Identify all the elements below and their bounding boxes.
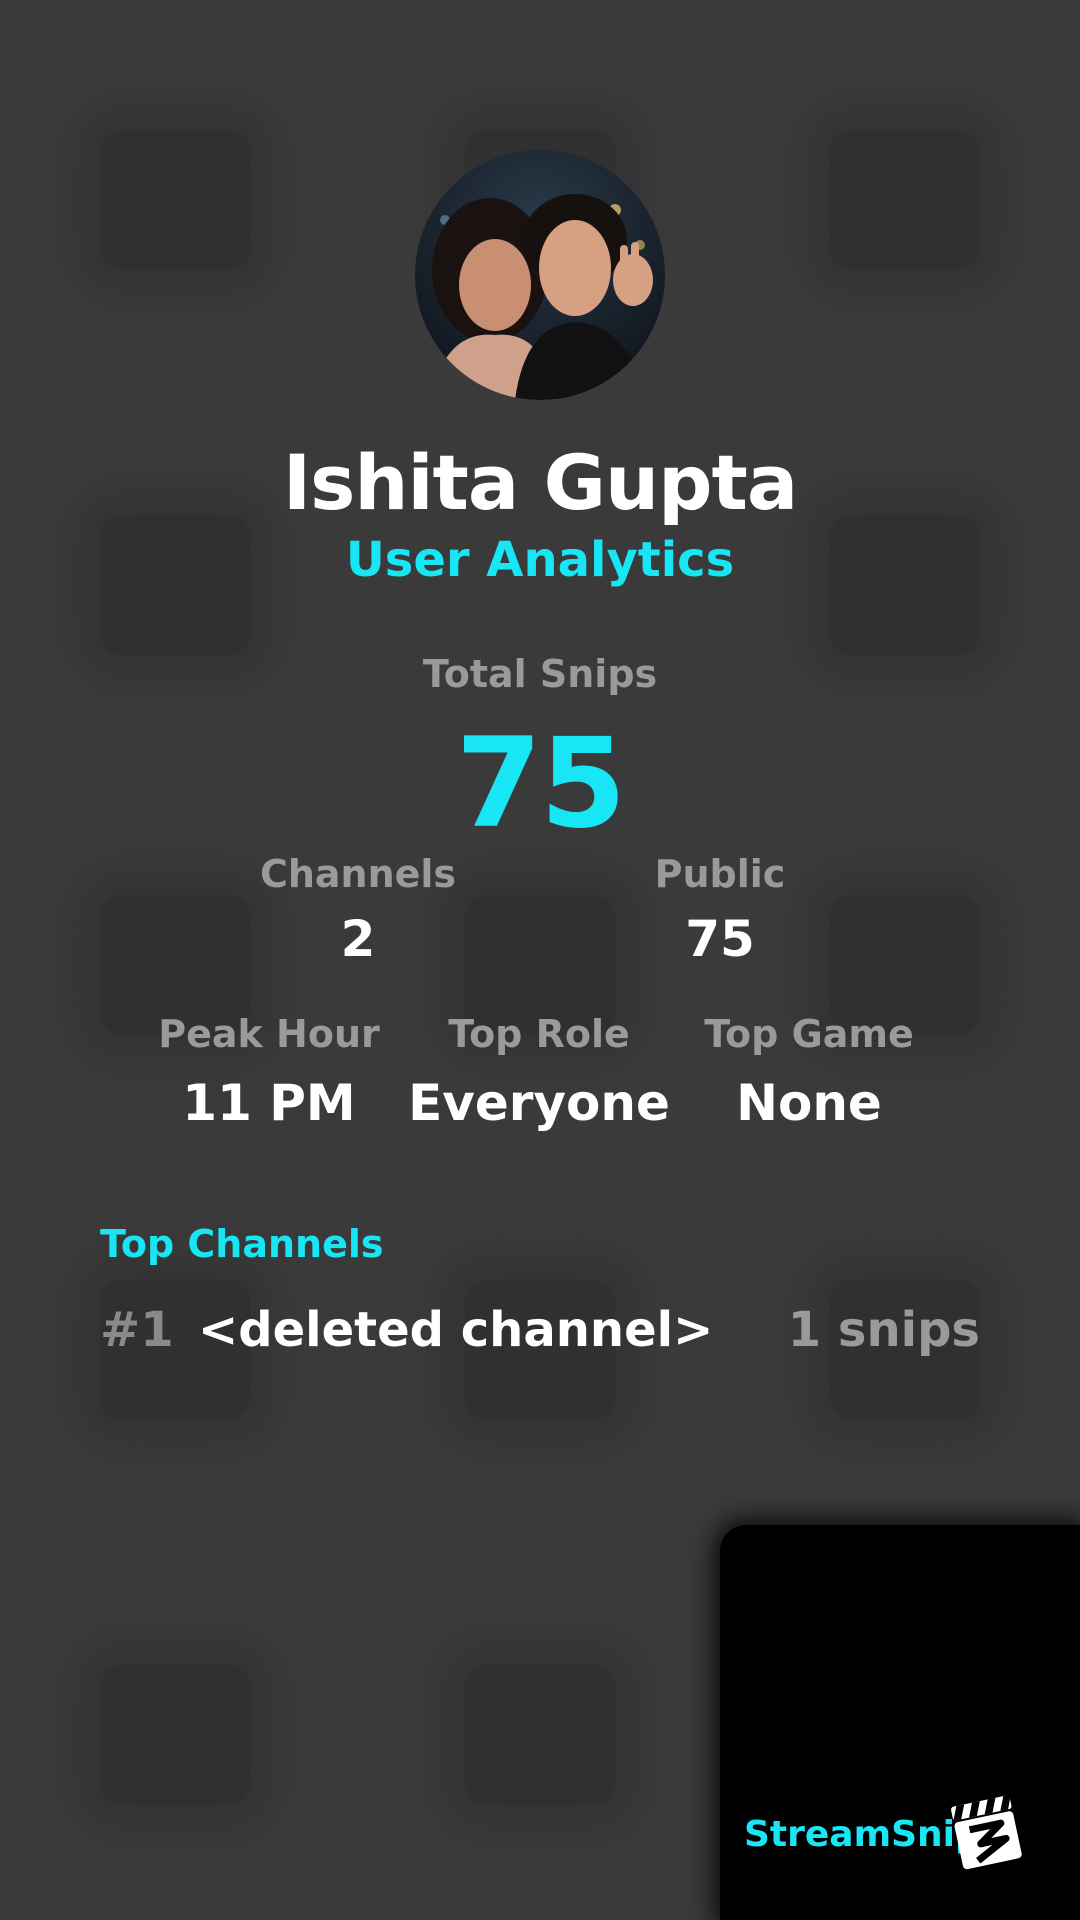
stat-channels: Channels 2 xyxy=(208,852,508,968)
stat-top-game: Top Game None xyxy=(659,1012,959,1132)
background-tile xyxy=(100,130,250,270)
stat-value: Everyone xyxy=(408,1074,670,1132)
stat-public: Public 75 xyxy=(570,852,870,968)
channel-snip-count: 1 snips xyxy=(787,1302,980,1358)
channel-rank: #1 xyxy=(100,1302,174,1358)
avatar xyxy=(415,150,665,400)
total-snips-value: 75 xyxy=(455,712,627,856)
total-snips-label: Total Snips xyxy=(422,652,658,696)
background-tile xyxy=(830,130,980,270)
background-tile xyxy=(100,1665,250,1805)
stat-value: 2 xyxy=(340,910,376,968)
channel-name: <deleted channel> xyxy=(198,1302,714,1358)
stat-label: Top Role xyxy=(448,1012,630,1056)
stat-value: None xyxy=(736,1074,882,1132)
user-name: Ishita Gupta xyxy=(282,438,798,527)
stat-value: 11 PM xyxy=(182,1074,356,1132)
stat-label: Top Game xyxy=(704,1012,914,1056)
stat-label: Public xyxy=(654,852,786,896)
stat-label: Channels xyxy=(259,852,457,896)
top-channels-title: Top Channels xyxy=(100,1222,384,1266)
stat-value: 75 xyxy=(685,910,755,968)
background-tile xyxy=(465,1665,615,1805)
page-subtitle: User Analytics xyxy=(345,532,735,588)
brand-name: StreamSnip xyxy=(744,1814,981,1855)
clapperboard-logo-icon xyxy=(951,1794,1022,1870)
stat-label: Peak Hour xyxy=(158,1012,380,1056)
avatar-photo xyxy=(415,150,665,400)
stat-top-role: Top Role Everyone xyxy=(389,1012,689,1132)
stat-peak-hour: Peak Hour 11 PM xyxy=(119,1012,419,1132)
